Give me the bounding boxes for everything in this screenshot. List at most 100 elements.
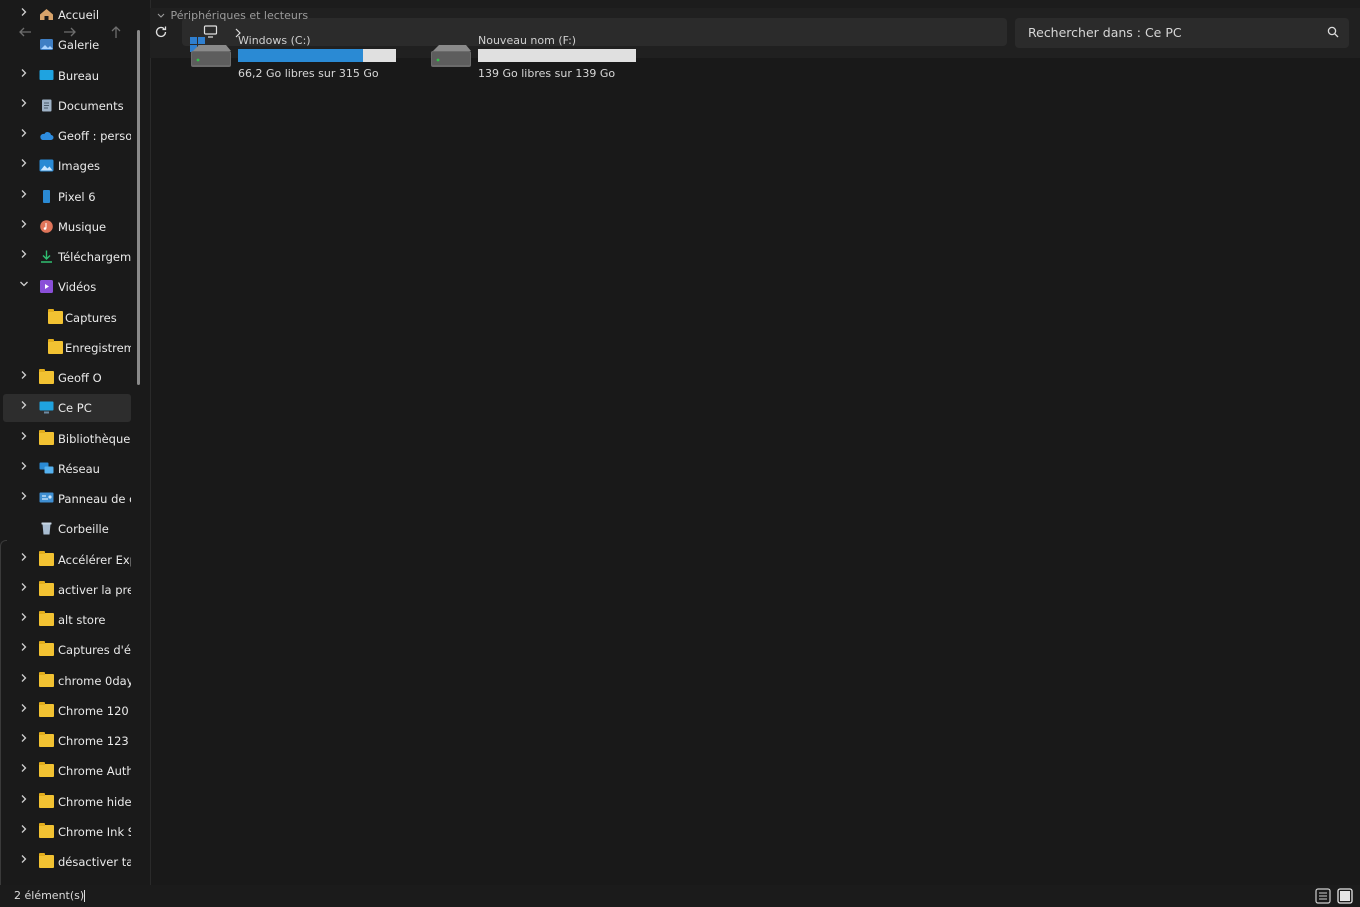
download-icon bbox=[39, 250, 54, 263]
chevron-right-icon[interactable] bbox=[17, 612, 31, 626]
chevron-right-icon[interactable] bbox=[17, 491, 31, 505]
back-arrow-icon[interactable] bbox=[17, 24, 33, 43]
chevron-right-icon[interactable] bbox=[17, 128, 31, 142]
folder-icon bbox=[39, 701, 54, 717]
sidebar-item[interactable]: Chrome Ink Signature bbox=[3, 818, 131, 846]
folder-icon bbox=[39, 641, 54, 657]
chevron-right-icon[interactable] bbox=[17, 794, 31, 808]
network-icon bbox=[39, 462, 54, 475]
documents-icon bbox=[39, 99, 54, 112]
sidebar-item[interactable]: Chrome Authentication bbox=[3, 757, 131, 785]
sidebar-item-label: Captures d'écran bbox=[58, 643, 131, 658]
sidebar-item[interactable]: Pixel 6 bbox=[3, 183, 131, 211]
recycle-bin-icon bbox=[39, 522, 54, 535]
sidebar-scrollbar[interactable] bbox=[137, 30, 140, 385]
sidebar-item-label: Musique bbox=[58, 219, 107, 234]
search-input[interactable]: Rechercher dans : Ce PC bbox=[1028, 25, 1182, 40]
sidebar-item[interactable]: Geoff O bbox=[3, 364, 131, 392]
folder-icon bbox=[39, 853, 54, 868]
drive-name: Nouveau nom (F:) bbox=[478, 34, 577, 47]
sidebar-item[interactable]: activer la preview bbox=[3, 576, 131, 604]
chevron-down-icon[interactable] bbox=[17, 279, 31, 293]
chevron-right-icon[interactable] bbox=[17, 461, 31, 475]
drive-name: Windows (C:) bbox=[238, 34, 311, 47]
sidebar-item[interactable]: Réseau bbox=[3, 455, 131, 483]
chevron-right-icon[interactable] bbox=[17, 733, 31, 747]
sidebar-item[interactable]: Chrome 120 bbox=[3, 697, 131, 725]
chevron-right-icon[interactable] bbox=[17, 400, 31, 414]
sidebar-item[interactable]: alt store bbox=[3, 606, 131, 634]
sidebar-item[interactable]: Documents bbox=[3, 92, 131, 120]
chevron-right-icon[interactable] bbox=[17, 642, 31, 656]
chevron-right-icon[interactable] bbox=[17, 189, 31, 203]
chevron-right-icon[interactable] bbox=[17, 7, 31, 21]
sidebar-item[interactable]: Corbeille bbox=[3, 515, 131, 543]
sidebar-item-label: Chrome 120 bbox=[58, 703, 129, 718]
folder-icon bbox=[39, 550, 54, 566]
chevron-right-icon[interactable] bbox=[17, 68, 31, 82]
chevron-right-icon[interactable] bbox=[17, 703, 31, 717]
tiles-view-icon[interactable] bbox=[1337, 888, 1353, 907]
sidebar-item[interactable]: Téléchargements bbox=[3, 243, 131, 271]
sidebar-item-label: Chrome Ink Signature bbox=[58, 824, 131, 839]
up-arrow-icon[interactable] bbox=[108, 24, 124, 43]
chevron-right-icon[interactable] bbox=[17, 219, 31, 233]
sidebar-item[interactable]: Panneau de configuration bbox=[3, 485, 131, 513]
sidebar-item-label: désactiver tactile bbox=[58, 855, 131, 869]
sidebar-item-label: Accueil bbox=[58, 8, 100, 22]
onedrive-cloud-icon bbox=[39, 129, 54, 142]
drive-icon bbox=[430, 37, 472, 72]
chevron-right-icon[interactable] bbox=[17, 763, 31, 777]
chevron-right-icon[interactable] bbox=[17, 431, 31, 445]
chevron-right-icon[interactable] bbox=[17, 552, 31, 566]
chevron-right-icon[interactable] bbox=[17, 370, 31, 384]
sidebar-item[interactable]: Bibliothèques bbox=[3, 425, 131, 453]
refresh-icon[interactable] bbox=[154, 25, 168, 42]
chevron-right-icon[interactable] bbox=[17, 158, 31, 172]
sidebar-item[interactable]: Geoff : personnel bbox=[3, 122, 131, 150]
sidebar-item[interactable]: Captures bbox=[3, 304, 131, 332]
group-header-devices[interactable]: Périphériques et lecteurs bbox=[157, 9, 308, 22]
drive-usage-bar bbox=[478, 49, 636, 62]
sidebar-item[interactable]: Chrome 123 bbox=[3, 727, 131, 755]
drive-usage-fill bbox=[238, 49, 363, 62]
sidebar-item-label: Chrome 123 bbox=[58, 734, 129, 748]
sidebar-item[interactable]: Vidéos bbox=[3, 273, 131, 301]
sidebar-item[interactable]: chrome 0day 2 bbox=[3, 667, 131, 695]
chevron-right-icon[interactable] bbox=[17, 249, 31, 263]
sidebar-item[interactable]: Enregistrements bbox=[3, 334, 131, 362]
sidebar-item[interactable]: Chrome hide IP bbox=[3, 788, 131, 816]
chevron-right-icon[interactable] bbox=[17, 824, 31, 838]
drive-tile-c[interactable]: Windows (C:) 66,2 Go libres sur 315 Go bbox=[190, 34, 410, 85]
sidebar-item[interactable]: Bureau bbox=[3, 62, 131, 90]
folder-icon bbox=[39, 611, 54, 626]
sidebar-item[interactable]: Accélérer Explorer bbox=[3, 546, 131, 574]
sidebar-edge-accent bbox=[0, 540, 7, 885]
drive-tile-f[interactable]: Nouveau nom (F:) 139 Go libres sur 139 G… bbox=[430, 34, 650, 85]
chevron-right-icon[interactable] bbox=[17, 673, 31, 687]
sidebar-item[interactable]: Musique bbox=[3, 213, 131, 241]
status-separator bbox=[84, 890, 85, 902]
chevron-right-icon[interactable] bbox=[17, 98, 31, 112]
search-icon[interactable] bbox=[1327, 26, 1339, 41]
sidebar-item-label: alt store bbox=[58, 613, 106, 627]
chevron-right-icon[interactable] bbox=[17, 582, 31, 596]
images-icon bbox=[39, 159, 54, 172]
sidebar-item-label: Pixel 6 bbox=[58, 189, 96, 204]
folder-icon bbox=[39, 822, 54, 838]
details-view-icon[interactable] bbox=[1315, 888, 1331, 907]
sidebar-item[interactable]: Captures d'écran bbox=[3, 636, 131, 664]
search-box[interactable]: Rechercher dans : Ce PC bbox=[1015, 18, 1349, 48]
title-strip bbox=[150, 0, 1360, 8]
chevron-right-icon[interactable] bbox=[17, 854, 31, 868]
sidebar-item[interactable]: désactiver tactile bbox=[3, 848, 131, 876]
sidebar-item[interactable]: Images bbox=[3, 152, 131, 180]
chevron-down-icon[interactable] bbox=[157, 9, 167, 22]
desktop-icon bbox=[39, 69, 54, 82]
folder-icon bbox=[39, 671, 54, 687]
sidebar-item-label: Captures bbox=[65, 310, 117, 325]
sidebar-item-label: Enregistrements bbox=[65, 340, 131, 355]
sidebar-item[interactable]: Ce PC bbox=[3, 394, 131, 423]
forward-arrow-icon[interactable] bbox=[62, 24, 78, 43]
folder-icon bbox=[39, 792, 54, 808]
